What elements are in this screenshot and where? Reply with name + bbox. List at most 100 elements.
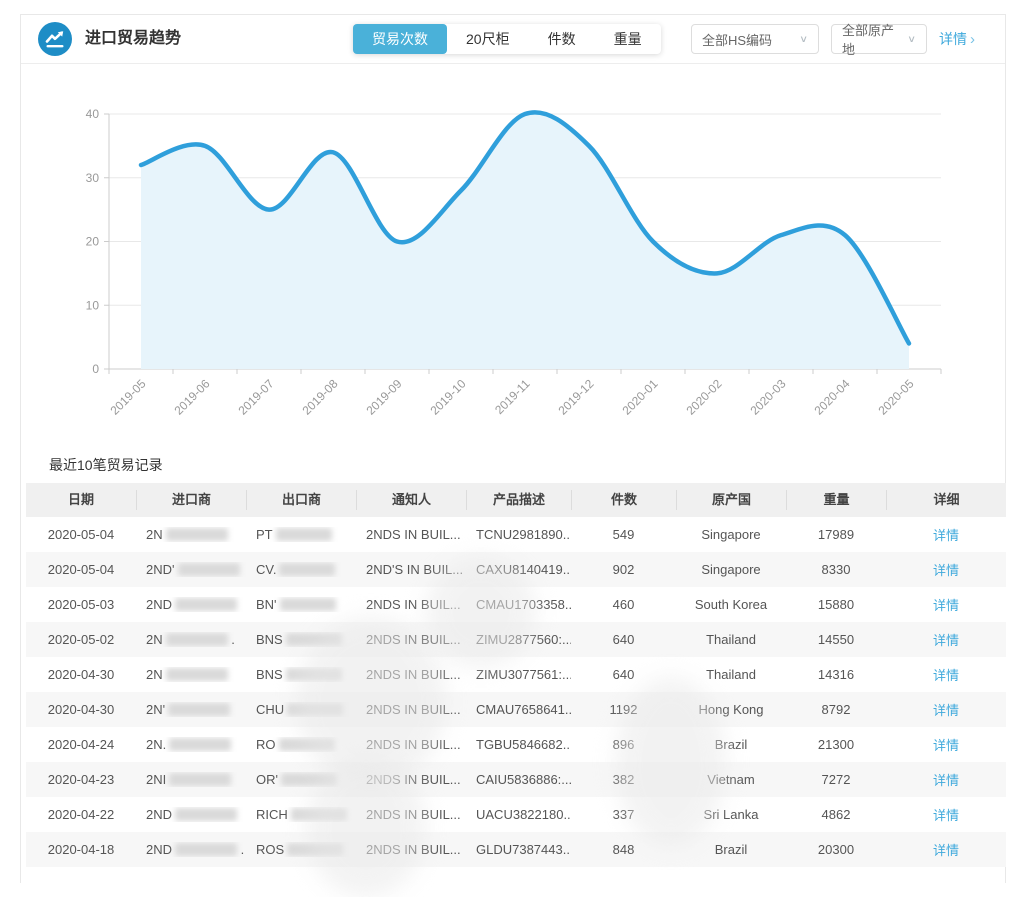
cell-detail: 详情 — [886, 840, 1006, 859]
card-header: 进口贸易趋势 贸易次数20尺柜件数重量 全部HS编码 ∨ 全部原产地 ∨ 详情 … — [21, 15, 1005, 64]
redacted-text — [279, 738, 335, 751]
redacted-text — [169, 738, 231, 751]
cell-pieces: 848 — [571, 842, 676, 857]
row-detail-link[interactable]: 详情 — [933, 633, 959, 648]
column-header-1: 进口商 — [136, 490, 246, 510]
cell-importer: 2N' — [136, 702, 246, 717]
chevron-right-icon: › — [970, 31, 975, 48]
redacted-text — [168, 703, 230, 716]
cell-date: 2020-05-04 — [26, 562, 136, 577]
cell-pieces: 337 — [571, 807, 676, 822]
table-title: 最近10笔贸易记录 — [49, 455, 163, 475]
cell-pieces: 1192 — [571, 702, 676, 717]
x-tick-label: 2019-10 — [427, 376, 468, 417]
trend-area — [141, 112, 909, 369]
chevron-down-icon: ∨ — [907, 33, 916, 44]
y-tick-label: 30 — [86, 171, 100, 185]
cell-notify: 2NDS IN BUIL... — [356, 702, 466, 717]
cell-notify: 2NDS IN BUIL... — [356, 597, 466, 612]
table-row: 2020-04-182ND .ROS2NDS IN BUIL...GLDU738… — [26, 832, 1006, 867]
cell-importer: 2N . — [136, 632, 246, 647]
redacted-text — [276, 528, 332, 541]
row-detail-link[interactable]: 详情 — [933, 598, 959, 613]
cell-importer: 2NI — [136, 772, 246, 787]
redacted-text — [281, 773, 337, 786]
cell-weight: 15880 — [786, 597, 886, 612]
cell-exporter: ROS — [246, 842, 356, 857]
trade-trend-card: 进口贸易趋势 贸易次数20尺柜件数重量 全部HS编码 ∨ 全部原产地 ∨ 详情 … — [20, 14, 1006, 883]
cell-detail: 详情 — [886, 700, 1006, 719]
row-detail-link[interactable]: 详情 — [933, 563, 959, 578]
x-tick-label: 2019-11 — [492, 376, 533, 417]
cell-product: CMAU1703358... — [466, 597, 571, 612]
table-row: 2020-04-222NDRICH2NDS IN BUIL...UACU3822… — [26, 797, 1006, 832]
row-detail-link[interactable]: 详情 — [933, 738, 959, 753]
column-header-4: 产品描述 — [466, 490, 571, 510]
cell-date: 2020-04-30 — [26, 702, 136, 717]
hs-code-select[interactable]: 全部HS编码 ∨ — [691, 24, 819, 54]
redacted-text — [166, 668, 228, 681]
column-header-3: 通知人 — [356, 490, 466, 510]
cell-product: CAXU8140419... — [466, 562, 571, 577]
row-detail-link[interactable]: 详情 — [933, 843, 959, 858]
row-detail-link[interactable]: 详情 — [933, 808, 959, 823]
cell-exporter: BNS — [246, 632, 356, 647]
row-detail-link[interactable]: 详情 — [933, 703, 959, 718]
cell-date: 2020-04-18 — [26, 842, 136, 857]
x-tick-label: 2020-02 — [683, 376, 724, 417]
cell-importer: 2ND — [136, 807, 246, 822]
column-header-5: 件数 — [571, 490, 676, 510]
cell-origin: Sri Lanka — [676, 807, 786, 822]
table-row: 2020-04-242N.RO2NDS IN BUIL...TGBU584668… — [26, 727, 1006, 762]
y-tick-label: 40 — [86, 107, 100, 121]
cell-origin: Brazil — [676, 737, 786, 752]
cell-date: 2020-05-02 — [26, 632, 136, 647]
origin-select[interactable]: 全部原产地 ∨ — [831, 24, 927, 54]
x-tick-label: 2020-04 — [811, 376, 852, 417]
cell-weight: 8330 — [786, 562, 886, 577]
redacted-text — [280, 598, 336, 611]
trend-chart: 0102030402019-052019-062019-072019-08201… — [21, 63, 1007, 455]
cell-pieces: 640 — [571, 667, 676, 682]
cell-exporter: PT — [246, 527, 356, 542]
cell-importer: 2ND . — [136, 842, 246, 857]
detail-link[interactable]: 详情 › — [939, 29, 975, 49]
cell-importer: 2N — [136, 667, 246, 682]
cell-notify: 2NDS IN BUIL... — [356, 842, 466, 857]
table-header-row: 日期进口商出口商通知人产品描述件数原产国重量详细 — [26, 483, 1006, 517]
x-tick-label: 2020-05 — [875, 376, 916, 417]
cell-weight: 8792 — [786, 702, 886, 717]
row-detail-link[interactable]: 详情 — [933, 528, 959, 543]
cell-exporter: OR' — [246, 772, 356, 787]
redacted-text — [178, 563, 240, 576]
cell-weight: 17989 — [786, 527, 886, 542]
tab-3[interactable]: 重量 — [595, 24, 661, 54]
cell-detail: 详情 — [886, 735, 1006, 754]
cell-weight: 7272 — [786, 772, 886, 787]
row-detail-link[interactable]: 详情 — [933, 668, 959, 683]
cell-detail: 详情 — [886, 770, 1006, 789]
cell-origin: South Korea — [676, 597, 786, 612]
cell-pieces: 549 — [571, 527, 676, 542]
cell-product: UACU3822180... — [466, 807, 571, 822]
page-title: 进口贸易趋势 — [85, 15, 181, 63]
cell-importer: 2N. — [136, 737, 246, 752]
cell-origin: Singapore — [676, 562, 786, 577]
x-tick-label: 2019-07 — [235, 376, 276, 417]
cell-product: CAIU5836886:... — [466, 772, 571, 787]
tab-2[interactable]: 件数 — [529, 24, 595, 54]
row-detail-link[interactable]: 详情 — [933, 773, 959, 788]
x-tick-label: 2020-03 — [747, 376, 788, 417]
trade-records-table: 日期进口商出口商通知人产品描述件数原产国重量详细 2020-05-04 2N PT 2… — [26, 483, 1006, 867]
cell-weight: 14316 — [786, 667, 886, 682]
cell-detail: 详情 — [886, 805, 1006, 824]
cell-pieces: 460 — [571, 597, 676, 612]
table-body: 2020-05-042NPT2NDS IN BUIL...TCNU2981890… — [26, 517, 1006, 867]
table-row: 2020-04-302NBNS2NDS IN BUIL...ZIMU307756… — [26, 657, 1006, 692]
tab-0[interactable]: 贸易次数 — [353, 24, 447, 54]
tab-1[interactable]: 20尺柜 — [447, 24, 529, 54]
metric-tab-group: 贸易次数20尺柜件数重量 — [353, 24, 661, 54]
y-tick-label: 20 — [86, 235, 100, 249]
x-tick-label: 2019-08 — [299, 376, 340, 417]
cell-exporter: RO — [246, 737, 356, 752]
